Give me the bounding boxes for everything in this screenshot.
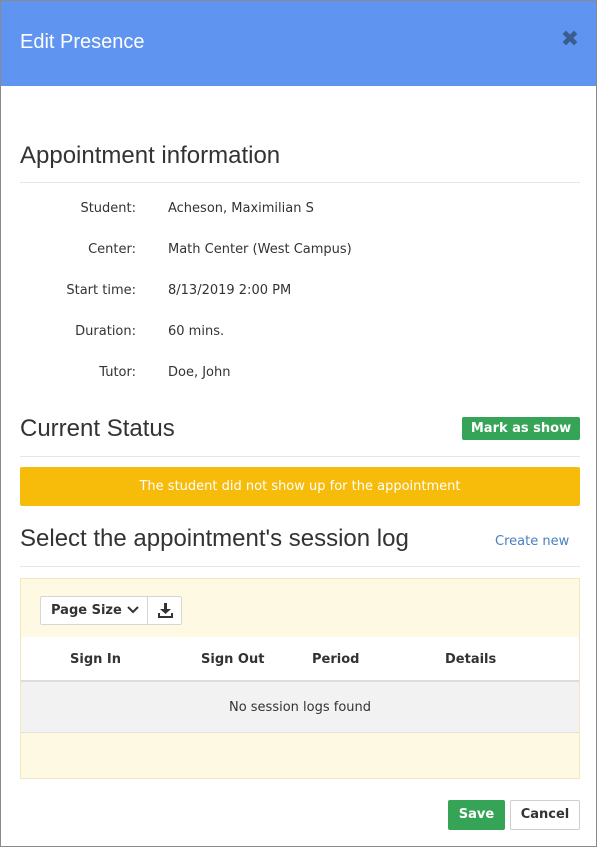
create-new-link[interactable]: Create new — [495, 534, 569, 549]
dialog-title: Edit Presence — [20, 31, 145, 53]
edit-presence-dialog: Edit Presence ✖ Appointment information … — [0, 0, 597, 847]
tutor-value: Doe, John — [168, 365, 231, 380]
divider — [20, 456, 580, 457]
duration-label: Duration: — [75, 324, 136, 339]
mark-as-show-button[interactable]: Mark as show — [462, 417, 580, 440]
page-size-label: Page Size — [51, 603, 122, 618]
tutor-label: Tutor: — [99, 365, 136, 380]
column-header-period[interactable]: Period — [312, 652, 359, 667]
download-icon — [148, 603, 183, 628]
dialog-header: Edit Presence ✖ — [1, 1, 596, 86]
no-show-alert: The student did not show up for the appo… — [20, 467, 580, 506]
column-header-sign-out[interactable]: Sign Out — [201, 652, 264, 667]
chevron-down-icon — [127, 597, 139, 634]
appointment-heading: Appointment information — [20, 142, 281, 169]
save-button[interactable]: Save — [448, 800, 505, 830]
cancel-button[interactable]: Cancel — [510, 800, 580, 830]
student-value: Acheson, Maximilian S — [168, 201, 314, 216]
column-header-sign-in[interactable]: Sign In — [70, 652, 121, 667]
center-value: Math Center (West Campus) — [168, 242, 352, 257]
empty-message: No session logs found — [21, 682, 579, 733]
divider — [20, 566, 580, 567]
session-log-heading: Select the appointment's session log — [20, 525, 409, 552]
divider — [20, 182, 580, 183]
grid-toolbar: Page Size — [21, 579, 579, 637]
download-button[interactable] — [147, 596, 182, 625]
duration-value: 60 mins. — [168, 324, 225, 339]
column-header-details[interactable]: Details — [445, 652, 496, 667]
current-status-heading: Current Status — [20, 415, 175, 442]
session-log-grid: Page Size Sign In Sign Out Period Detail… — [20, 578, 580, 779]
start-time-label: Start time: — [66, 283, 136, 298]
close-icon[interactable]: ✖ — [560, 29, 580, 51]
start-time-value: 8/13/2019 2:00 PM — [168, 283, 292, 298]
student-label: Student: — [80, 201, 136, 216]
center-label: Center: — [88, 242, 136, 257]
page-size-dropdown[interactable]: Page Size — [40, 596, 148, 625]
grid-header: Sign In Sign Out Period Details — [21, 637, 579, 682]
